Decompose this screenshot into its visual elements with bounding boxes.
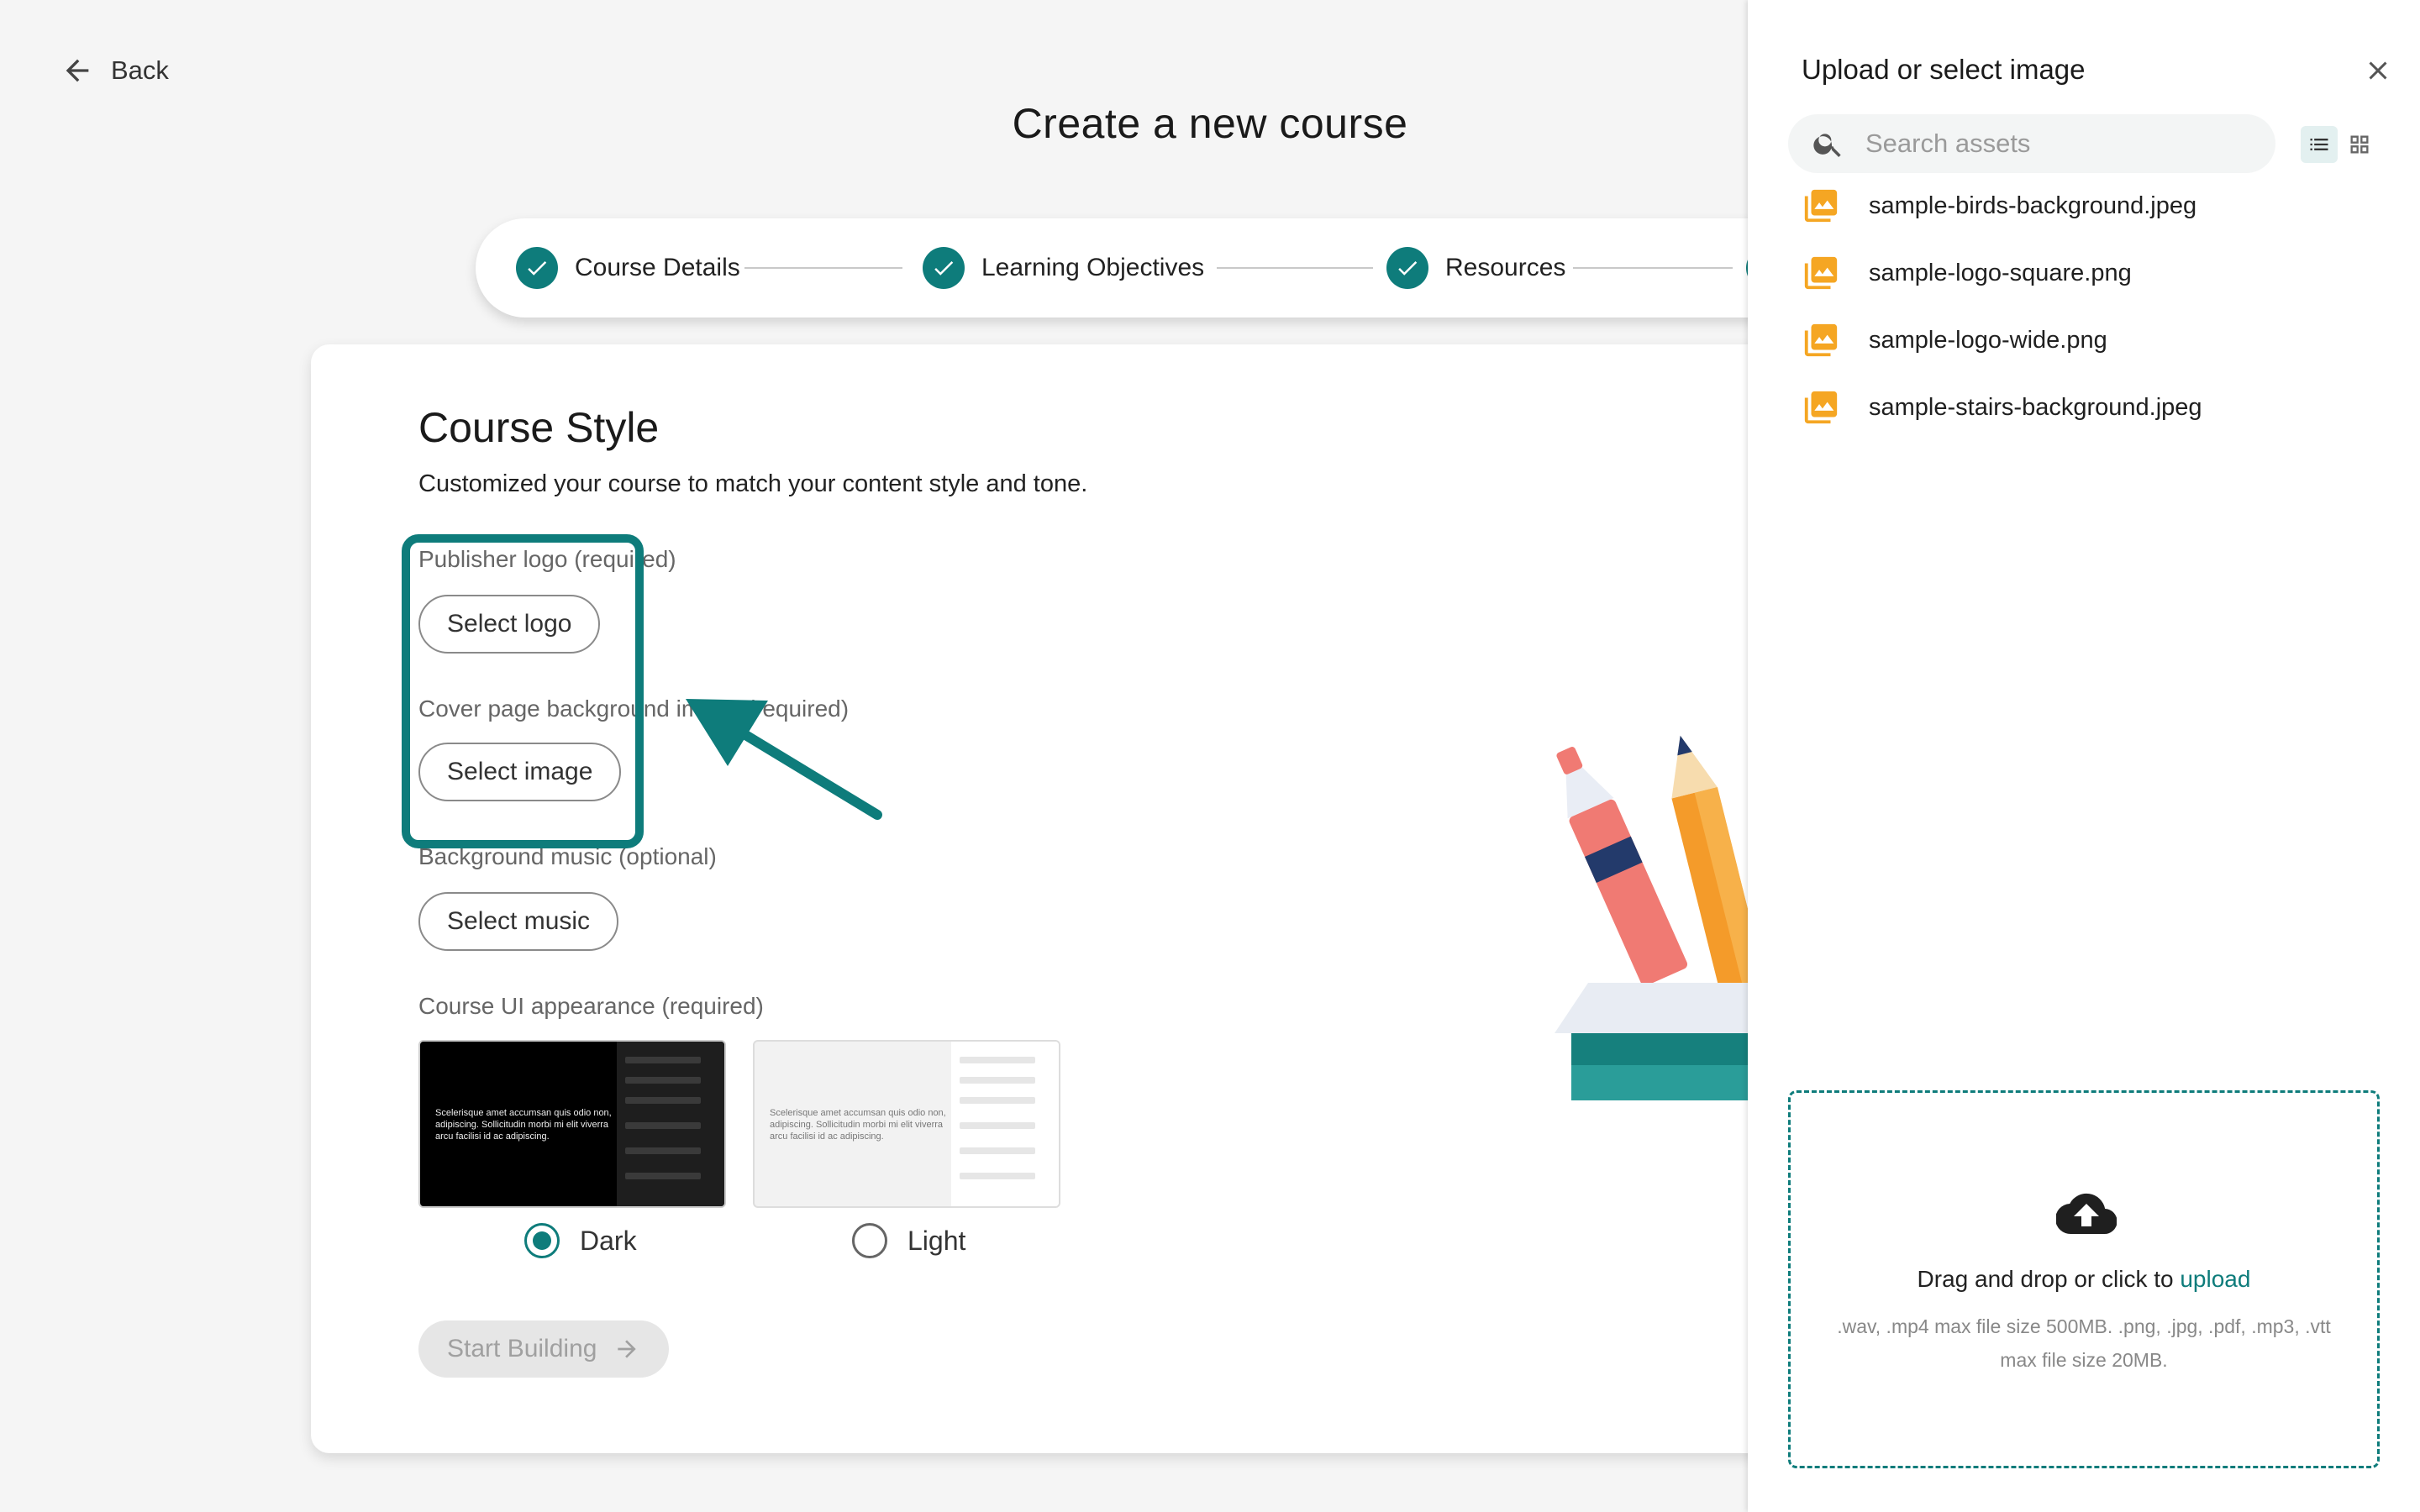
file-item[interactable]: sample-birds-background.jpeg — [1802, 186, 2196, 225]
radio-indicator — [524, 1223, 560, 1258]
file-name: sample-logo-wide.png — [1869, 326, 2107, 354]
search-bar — [1788, 114, 2275, 173]
check-icon — [1386, 247, 1428, 289]
image-file-icon — [1804, 189, 1838, 223]
section-subtitle: Customized your course to match your con… — [418, 470, 1088, 497]
file-name: sample-birds-background.jpeg — [1869, 192, 2197, 219]
file-name: sample-logo-square.png — [1869, 259, 2132, 286]
highlight-box — [402, 534, 644, 848]
back-arrow-icon — [66, 59, 89, 82]
file-name: sample-stairs-background.jpeg — [1869, 393, 2202, 421]
preview-sample-text: Scelerisque amet accumsan quis odio non,… — [770, 1108, 946, 1142]
cloud-upload-icon — [2056, 1193, 2117, 1235]
search-input[interactable] — [1865, 129, 2235, 159]
dropzone-instruction: Drag and drop or click to — [1917, 1266, 2181, 1292]
preview-outline-panel — [951, 1042, 1059, 1206]
list-view-button[interactable] — [2301, 126, 2338, 163]
radio-indicator — [852, 1223, 887, 1258]
course-style-card: Course Style Customized your course to m… — [311, 344, 1840, 1453]
upload-dropzone[interactable]: Drag and drop or click to upload .wav, .… — [1788, 1090, 2380, 1468]
file-item[interactable]: sample-stairs-background.jpeg — [1802, 388, 2202, 427]
close-icon[interactable] — [2363, 55, 2393, 86]
step-connector — [1217, 267, 1373, 269]
image-file-icon — [1804, 323, 1838, 357]
start-building-label: Start Building — [447, 1335, 597, 1362]
image-file-icon — [1804, 391, 1838, 424]
light-theme-radio[interactable]: Light — [852, 1223, 965, 1258]
check-icon — [516, 247, 558, 289]
step-label: Learning Objectives — [981, 254, 1205, 281]
arrow-right-icon — [618, 1340, 637, 1358]
back-button[interactable]: Back — [60, 54, 169, 87]
file-item[interactable]: sample-logo-wide.png — [1802, 321, 2107, 360]
preview-outline-panel — [617, 1042, 724, 1206]
section-title: Course Style — [418, 404, 660, 451]
dark-theme-preview[interactable]: Scelerisque amet accumsan quis odio non,… — [418, 1040, 726, 1208]
preview-sample-text: Scelerisque amet accumsan quis odio non,… — [435, 1108, 612, 1142]
asset-drawer: Upload or select image sample-birds-back… — [1748, 0, 2420, 1512]
step-learning-objectives[interactable]: Learning Objectives — [923, 218, 1204, 318]
dropzone-text: Drag and drop or click to upload — [1791, 1266, 2377, 1293]
step-label: Course Details — [575, 254, 740, 281]
radio-label: Dark — [580, 1225, 637, 1256]
file-size-hint: .wav, .mp4 max file size 500MB. .png, .j… — [1837, 1315, 2331, 1371]
select-music-button[interactable]: Select music — [418, 892, 619, 951]
light-theme-preview[interactable]: Scelerisque amet accumsan quis odio non,… — [753, 1040, 1060, 1208]
progress-stepper: Course Details Learning Objectives Resou… — [476, 218, 1837, 318]
search-icon — [1813, 134, 1841, 157]
grid-view-icon — [2350, 135, 2369, 154]
step-resources[interactable]: Resources — [1386, 218, 1565, 318]
dark-theme-radio[interactable]: Dark — [524, 1223, 637, 1258]
start-building-button[interactable]: Start Building — [418, 1320, 670, 1378]
step-connector — [1573, 267, 1733, 269]
file-item[interactable]: sample-logo-square.png — [1802, 254, 2132, 292]
list-view-icon — [2310, 139, 2328, 150]
radio-label: Light — [908, 1225, 966, 1256]
appearance-label: Course UI appearance (required) — [418, 993, 764, 1019]
check-icon — [923, 247, 965, 289]
annotation-arrow-icon — [686, 699, 882, 820]
step-connector — [744, 267, 902, 269]
image-file-icon — [1804, 256, 1838, 290]
step-course-details[interactable]: Course Details — [516, 218, 740, 318]
step-label: Resources — [1445, 254, 1566, 281]
drawer-title: Upload or select image — [1802, 54, 2086, 85]
back-label: Back — [111, 55, 169, 85]
grid-view-button[interactable] — [2341, 126, 2378, 163]
upload-link[interactable]: upload — [2180, 1266, 2250, 1292]
